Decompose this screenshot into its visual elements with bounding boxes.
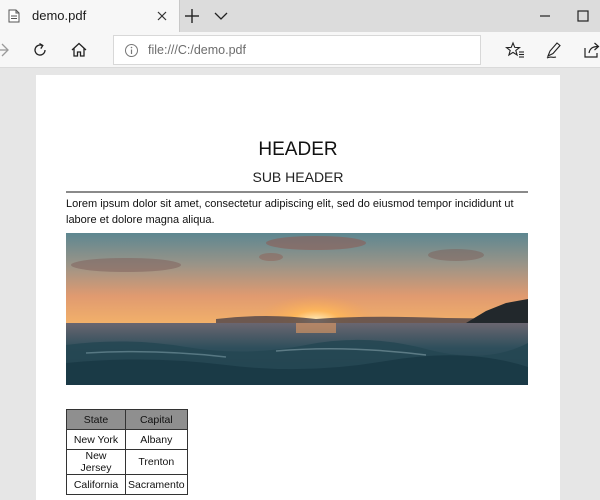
table-row: New Jersey Trenton	[66, 449, 188, 475]
table-cell: Albany	[125, 429, 188, 450]
new-tab-plus-icon[interactable]	[182, 6, 202, 26]
column-header: Capital	[125, 409, 188, 430]
table-row: California Sacramento	[66, 474, 188, 495]
back-arrow-icon[interactable]	[0, 40, 14, 60]
maximize-window-icon[interactable]	[574, 7, 592, 25]
horizontal-rule	[66, 191, 528, 193]
address-bar[interactable]: file:///C:/demo.pdf	[113, 35, 481, 65]
table-cell: New Jersey	[66, 449, 126, 475]
states-table: State Capital New York Albany New Jersey…	[66, 409, 188, 495]
home-icon[interactable]	[69, 40, 89, 60]
pen-notes-icon[interactable]	[544, 40, 564, 60]
minimize-window-icon[interactable]	[536, 7, 554, 25]
tab-demo-pdf[interactable]: demo.pdf	[0, 0, 180, 32]
tab-strip: demo.pdf	[0, 0, 600, 32]
refresh-icon[interactable]	[30, 40, 50, 60]
favorites-star-icon[interactable]	[504, 40, 525, 60]
table-cell: Trenton	[125, 449, 188, 475]
pdf-page: HEADER SUB HEADER Lorem ipsum dolor sit …	[36, 75, 560, 500]
table-cell: Sacramento	[125, 474, 188, 495]
share-icon[interactable]	[582, 40, 600, 60]
table-header-row: State Capital	[66, 409, 188, 430]
info-icon[interactable]	[124, 43, 139, 58]
table-cell: New York	[66, 429, 126, 450]
document-subheader: SUB HEADER	[252, 169, 344, 185]
pdf-viewer[interactable]: HEADER SUB HEADER Lorem ipsum dolor sit …	[0, 69, 600, 500]
document-header: HEADER	[258, 139, 338, 160]
chevron-down-icon[interactable]	[212, 7, 230, 25]
document-paragraph: Lorem ipsum dolor sit amet, consectetur …	[66, 198, 514, 226]
close-tab-icon[interactable]	[153, 7, 171, 25]
sunset-sea-image	[66, 233, 528, 385]
tab-title: demo.pdf	[32, 8, 87, 23]
column-header: State	[66, 409, 126, 430]
navigation-bar: file:///C:/demo.pdf	[0, 32, 600, 68]
pdf-file-icon	[8, 9, 20, 23]
table-cell: California	[66, 474, 126, 495]
url-text: file:///C:/demo.pdf	[148, 43, 246, 57]
table-row: New York Albany	[66, 429, 188, 450]
